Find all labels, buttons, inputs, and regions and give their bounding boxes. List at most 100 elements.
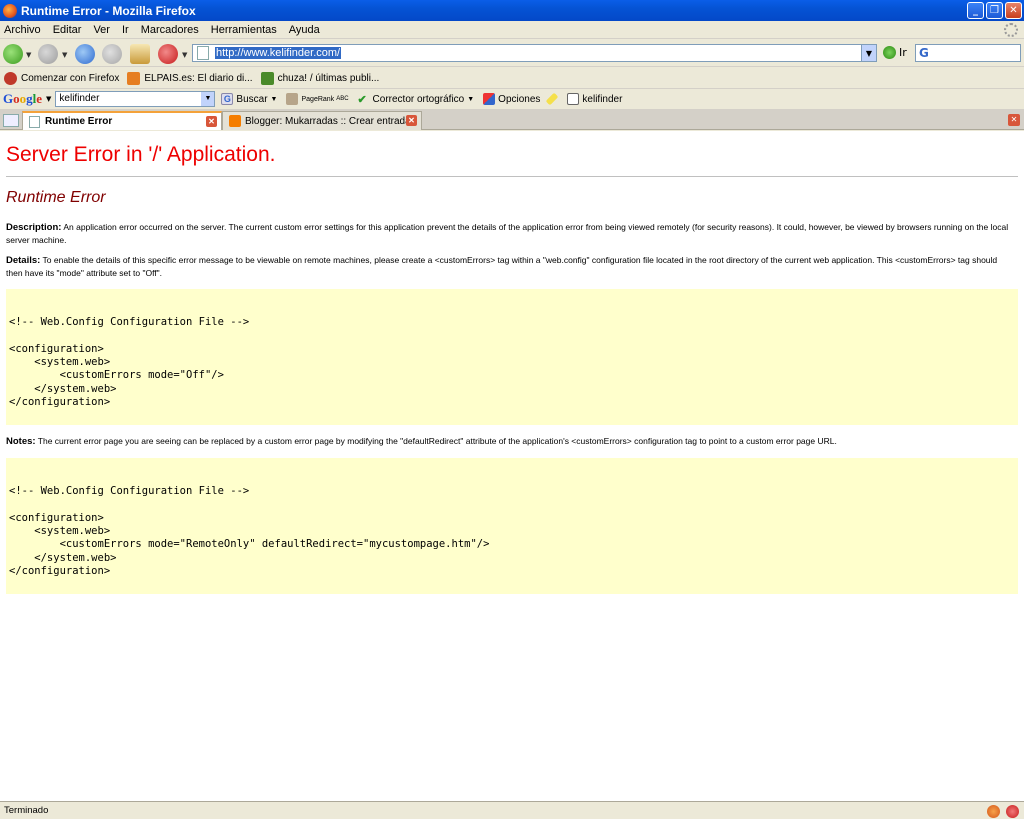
rss-feed-icon <box>127 71 141 85</box>
pagerank-indicator[interactable]: PageRank ABC <box>286 93 349 105</box>
tab-label: Runtime Error <box>45 116 113 127</box>
details-text: To enable the details of this specific e… <box>6 255 998 278</box>
tab-runtime-error[interactable]: Runtime Error ✕ <box>22 111 222 130</box>
description-paragraph: Description: An application error occurr… <box>6 221 1014 246</box>
menu-marcadores[interactable]: Marcadores <box>141 24 199 36</box>
close-tab-icon[interactable]: ✕ <box>206 116 217 127</box>
status-text: Terminado <box>4 805 49 816</box>
keyword-label: kelifinder <box>582 93 623 105</box>
notes-label: Notes: <box>6 436 36 447</box>
menu-ver[interactable]: Ver <box>93 24 110 36</box>
bookmarks-toolbar: Comenzar con Firefox ELPAIS.es: El diari… <box>0 68 1024 89</box>
url-dropdown-icon[interactable]: ▼ <box>861 45 876 61</box>
firefox-icon <box>3 3 17 18</box>
tab-bar: Runtime Error ✕ Blogger: Mukarradas :: C… <box>0 110 1024 130</box>
code-text: <!-- Web.Config Configuration File --> <… <box>9 315 250 409</box>
window-title: Runtime Error - Mozilla Firefox <box>21 3 196 18</box>
buscar-button[interactable]: G Buscar ▼ <box>221 93 277 105</box>
tab-blogger[interactable]: Blogger: Mukarradas :: Crear entrada ✕ <box>222 111 422 130</box>
page-icon <box>197 46 209 60</box>
google-logo[interactable]: Google <box>3 91 42 107</box>
menu-archivo[interactable]: Archivo <box>4 24 41 36</box>
page-title: Server Error in '/' Application. <box>6 143 276 166</box>
tab-label: Blogger: Mukarradas :: Crear entrada <box>245 115 411 127</box>
window-controls: _ ❐ ✕ <box>967 2 1022 19</box>
menu-ir[interactable]: Ir <box>122 24 129 36</box>
google-toolbar: Google ▼ kelifinder ▼ G Buscar ▼ PageRan… <box>0 89 1024 110</box>
close-tab-right-icon[interactable]: ✕ <box>1008 114 1020 126</box>
buscar-dropdown-icon[interactable]: ▼ <box>271 96 278 103</box>
pagerank-label: PageRank <box>301 95 335 103</box>
google-g-icon: G <box>221 93 234 105</box>
description-text: An application error occurred on the ser… <box>6 222 1009 245</box>
menu-herramientas[interactable]: Herramientas <box>211 24 277 36</box>
menu-ayuda[interactable]: Ayuda <box>289 24 320 36</box>
status-bar: Terminado <box>0 801 1024 819</box>
buscar-label: Buscar <box>236 93 268 105</box>
new-tab-icon[interactable] <box>3 114 19 127</box>
google-search-input[interactable]: kelifinder ▼ <box>55 91 216 107</box>
url-bar[interactable]: http://www.kelifinder.com/ ▼ <box>192 44 877 62</box>
url-text[interactable]: http://www.kelifinder.com/ <box>215 47 342 59</box>
bookmark-label: Comenzar con Firefox <box>21 72 120 84</box>
menu-bar: Archivo Editar Ver Ir Marcadores Herrami… <box>0 21 1024 39</box>
go-button[interactable]: Ir <box>883 46 907 59</box>
forward-dropdown-icon[interactable]: ▼ <box>62 51 67 59</box>
close-window-button[interactable]: ✕ <box>1005 2 1022 19</box>
go-label: Ir <box>899 46 907 59</box>
back-dropdown-icon[interactable]: ▼ <box>26 51 31 59</box>
firefox-status-icon[interactable] <box>987 805 1000 818</box>
bookmark-label: chuza! / últimas publi... <box>277 72 380 84</box>
page-content: Server Error in '/' Application. Runtime… <box>0 131 1024 801</box>
throbber-icon <box>1004 23 1018 37</box>
forward-arrow-icon[interactable] <box>38 44 58 64</box>
check-icon: ✔ <box>357 94 367 106</box>
firefox-bookmark-icon <box>4 71 17 85</box>
description-label: Description: <box>6 222 62 233</box>
title-bar: Runtime Error - Mozilla Firefox _ ❐ ✕ <box>0 0 1024 21</box>
divider <box>6 176 1018 177</box>
home-icon[interactable] <box>130 44 150 64</box>
spellcheck-button[interactable]: ✔ Corrector ortográfico ▼ <box>357 93 475 107</box>
corrector-dropdown-icon[interactable]: ▼ <box>467 96 474 103</box>
maximize-button[interactable]: ❐ <box>986 2 1003 19</box>
highlighter-icon <box>546 92 559 106</box>
details-paragraph: Details: To enable the details of this s… <box>6 254 1014 279</box>
corrector-label: Corrector ortográfico <box>372 93 465 105</box>
go-arrow-icon <box>883 46 896 59</box>
bookmark-comenzar[interactable]: Comenzar con Firefox <box>4 71 120 85</box>
back-arrow-icon[interactable] <box>3 44 23 64</box>
google-search-dropdown-icon[interactable]: ▼ <box>201 92 215 106</box>
stop-icon[interactable] <box>102 44 122 64</box>
bookmark-chuza[interactable]: chuza! / últimas publi... <box>260 71 380 85</box>
options-button[interactable]: Opciones <box>483 93 540 105</box>
code-text: <!-- Web.Config Configuration File --> <… <box>9 484 490 578</box>
page-icon <box>29 115 40 128</box>
code-block-remoteonly: <!-- Web.Config Configuration File --> <… <box>6 458 1018 594</box>
bookmark-elpais[interactable]: ELPAIS.es: El diario di... <box>127 71 253 85</box>
popup-blocker-icon[interactable] <box>158 44 178 64</box>
options-icon <box>483 93 496 105</box>
chuza-icon <box>260 71 274 85</box>
error-subtitle: Runtime Error <box>6 189 106 206</box>
details-label: Details: <box>6 255 41 266</box>
minimize-button[interactable]: _ <box>967 2 984 19</box>
opciones-label: Opciones <box>498 93 541 105</box>
notes-text: The current error page you are seeing ca… <box>35 436 837 446</box>
google-search-icon: G <box>919 46 929 60</box>
reload-icon[interactable] <box>75 44 95 64</box>
bookmark-label: ELPAIS.es: El diario di... <box>144 72 253 84</box>
notes-paragraph: Notes: The current error page you are se… <box>6 435 1014 448</box>
find-keyword-icon <box>567 93 580 105</box>
pagerank-icon <box>286 93 299 105</box>
keyword-button[interactable]: kelifinder <box>567 93 622 105</box>
abc-label: ABC <box>336 96 349 102</box>
google-menu-dropdown-icon[interactable]: ▼ <box>46 95 51 103</box>
menu-editar[interactable]: Editar <box>53 24 82 36</box>
code-block-off: <!-- Web.Config Configuration File --> <… <box>6 289 1018 425</box>
close-tab-icon[interactable]: ✕ <box>406 115 417 126</box>
highlight-button[interactable] <box>546 92 559 106</box>
blocker-dropdown-icon[interactable]: ▼ <box>182 51 187 59</box>
search-engine-box[interactable]: G <box>915 44 1021 62</box>
blocked-popup-icon[interactable] <box>1006 805 1019 818</box>
